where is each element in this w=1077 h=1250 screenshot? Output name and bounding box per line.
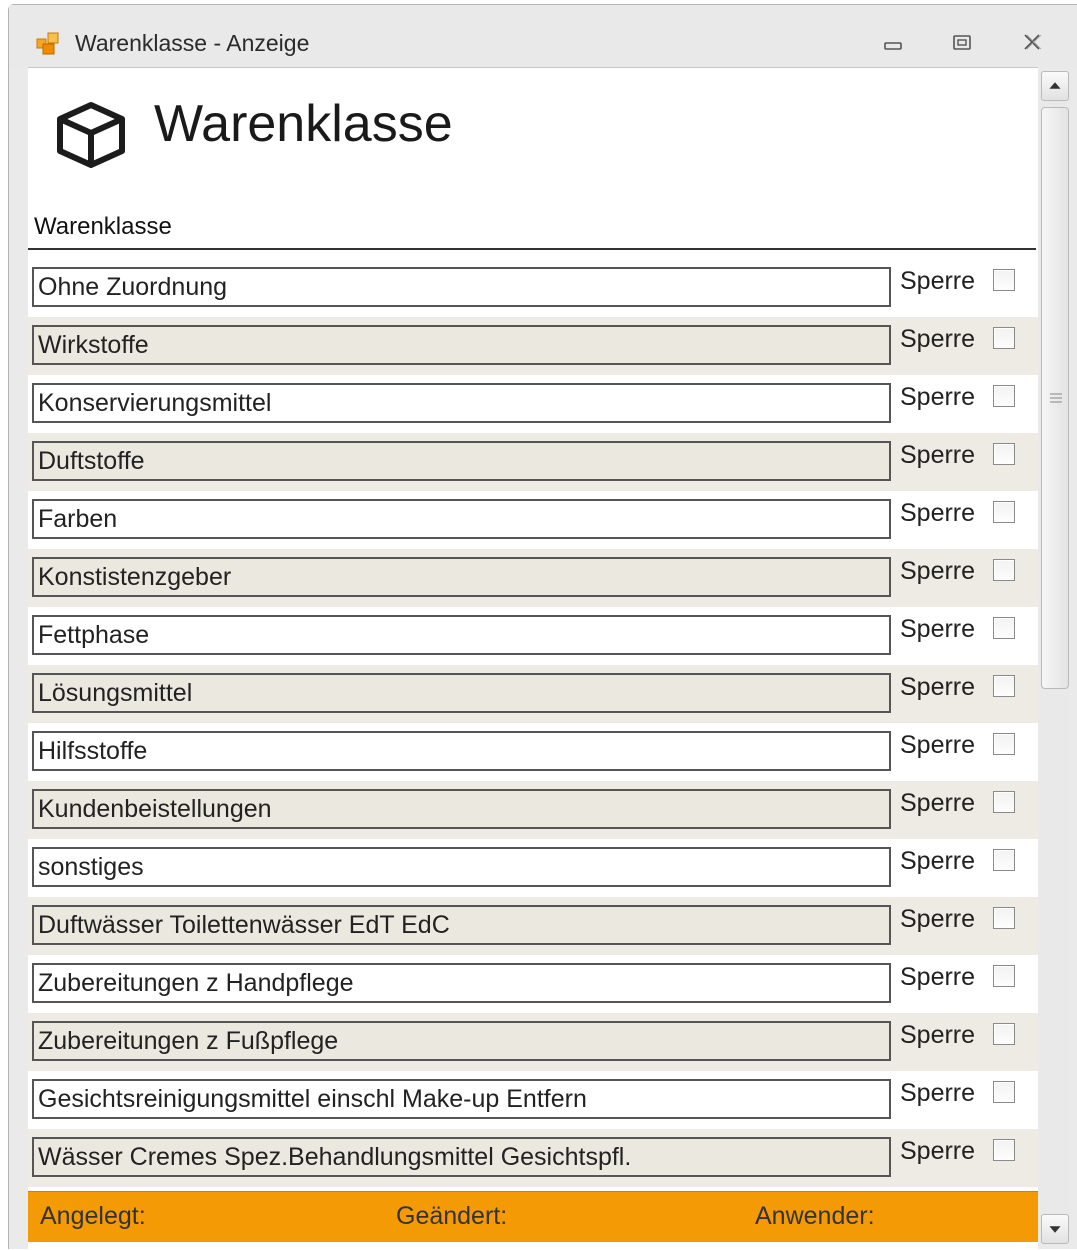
changed-label: Geändert: — [396, 1202, 508, 1230]
list-item: sonstiges Sperre — [28, 839, 1038, 897]
minimize-icon[interactable] — [875, 27, 909, 57]
lock-checkbox[interactable] — [993, 1023, 1015, 1045]
list-item: Hilfsstoffe Sperre — [28, 723, 1038, 781]
category-name-field[interactable]: Zubereitungen z Handpflege — [32, 963, 891, 1003]
cube-icon — [57, 102, 125, 168]
scroll-up-icon[interactable] — [1041, 71, 1069, 101]
list-item: Zubereitungen z Handpflege Sperre — [28, 955, 1038, 1013]
lock-checkbox[interactable] — [993, 675, 1015, 697]
category-name-field[interactable]: Duftstoffe — [32, 441, 891, 481]
lock-checkbox[interactable] — [993, 443, 1015, 465]
close-icon[interactable] — [1015, 27, 1049, 57]
scrollbar-thumb[interactable] — [1041, 107, 1069, 689]
category-name-field[interactable]: Wirkstoffe — [32, 325, 891, 365]
app-icon — [36, 32, 59, 55]
lock-label: Sperre — [900, 557, 976, 585]
category-name-field[interactable]: Konstistenzgeber — [32, 557, 891, 597]
column-header: Warenklasse — [34, 213, 172, 240]
lock-label: Sperre — [900, 615, 976, 643]
lock-label: Sperre — [900, 1021, 976, 1049]
lock-checkbox[interactable] — [993, 385, 1015, 407]
category-list: Ohne Zuordnung Sperre Wirkstoffe Sperre Kons… — [28, 259, 1038, 1187]
lock-label: Sperre — [900, 499, 976, 527]
list-item: Wirkstoffe Sperre — [28, 317, 1038, 375]
list-item: Fettphase Sperre — [28, 607, 1038, 665]
category-name-field[interactable]: Zubereitungen z Fußpflege — [32, 1021, 891, 1061]
lock-checkbox[interactable] — [993, 791, 1015, 813]
category-name-field[interactable]: Fettphase — [32, 615, 891, 655]
lock-checkbox[interactable] — [993, 849, 1015, 871]
category-name-field[interactable]: Hilfsstoffe — [32, 731, 891, 771]
lock-label: Sperre — [900, 963, 976, 991]
grip-icon — [1050, 393, 1062, 403]
app-window: Warenklasse - Anzeige Warenklasse Warenk… — [8, 4, 1077, 1250]
lock-label: Sperre — [900, 383, 976, 411]
lock-label: Sperre — [900, 441, 976, 469]
list-item: Kundenbeistellungen Sperre — [28, 781, 1038, 839]
lock-checkbox[interactable] — [993, 907, 1015, 929]
header-divider — [28, 248, 1036, 250]
category-name-field[interactable]: Farben — [32, 499, 891, 539]
lock-label: Sperre — [900, 1137, 976, 1165]
lock-checkbox[interactable] — [993, 733, 1015, 755]
list-item: Wässer Cremes Spez.Behandlungsmittel Ges… — [28, 1129, 1038, 1187]
list-item: Konservierungsmittel Sperre — [28, 375, 1038, 433]
user-label: Anwender: — [755, 1202, 875, 1230]
list-item: Duftwässer Toilettenwässer EdT EdC Sperre — [28, 897, 1038, 955]
lock-checkbox[interactable] — [993, 965, 1015, 987]
list-item: Ohne Zuordnung Sperre — [28, 259, 1038, 317]
lock-label: Sperre — [900, 789, 976, 817]
created-label: Angelegt: — [40, 1202, 146, 1230]
category-name-field[interactable]: Duftwässer Toilettenwässer EdT EdC — [32, 905, 891, 945]
page-title: Warenklasse — [154, 95, 453, 153]
footer-bar: Angelegt: Geändert: Anwender: — [28, 1191, 1038, 1242]
lock-label: Sperre — [900, 1079, 976, 1107]
lock-label: Sperre — [900, 731, 976, 759]
title-bar[interactable]: Warenklasse - Anzeige — [9, 5, 1077, 67]
lock-label: Sperre — [900, 905, 976, 933]
lock-checkbox[interactable] — [993, 327, 1015, 349]
window-title: Warenklasse - Anzeige — [75, 30, 310, 56]
restore-icon[interactable] — [945, 27, 979, 57]
list-item: Konstistenzgeber Sperre — [28, 549, 1038, 607]
lock-checkbox[interactable] — [993, 617, 1015, 639]
scroll-down-icon[interactable] — [1041, 1214, 1069, 1244]
category-name-field[interactable]: Ohne Zuordnung — [32, 267, 891, 307]
category-name-field[interactable]: Konservierungsmittel — [32, 383, 891, 423]
lock-label: Sperre — [900, 267, 976, 295]
form-content: Warenklasse Warenklasse Ohne Zuordnung Sp… — [28, 67, 1038, 1250]
lock-checkbox[interactable] — [993, 1081, 1015, 1103]
lock-checkbox[interactable] — [993, 1139, 1015, 1161]
category-name-field[interactable]: sonstiges — [32, 847, 891, 887]
category-name-field[interactable]: Kundenbeistellungen — [32, 789, 891, 829]
category-name-field[interactable]: Lösungsmittel — [32, 673, 891, 713]
category-name-field[interactable]: Gesichtsreinigungsmittel einschl Make-up… — [32, 1079, 891, 1119]
list-item: Farben Sperre — [28, 491, 1038, 549]
list-item: Lösungsmittel Sperre — [28, 665, 1038, 723]
list-item: Duftstoffe Sperre — [28, 433, 1038, 491]
list-item: Gesichtsreinigungsmittel einschl Make-up… — [28, 1071, 1038, 1129]
lock-label: Sperre — [900, 847, 976, 875]
lock-checkbox[interactable] — [993, 501, 1015, 523]
vertical-scrollbar[interactable] — [1040, 71, 1070, 1244]
category-name-field[interactable]: Wässer Cremes Spez.Behandlungsmittel Ges… — [32, 1137, 891, 1177]
lock-checkbox[interactable] — [993, 559, 1015, 581]
list-item: Zubereitungen z Fußpflege Sperre — [28, 1013, 1038, 1071]
lock-checkbox[interactable] — [993, 269, 1015, 291]
lock-label: Sperre — [900, 673, 976, 701]
lock-label: Sperre — [900, 325, 976, 353]
